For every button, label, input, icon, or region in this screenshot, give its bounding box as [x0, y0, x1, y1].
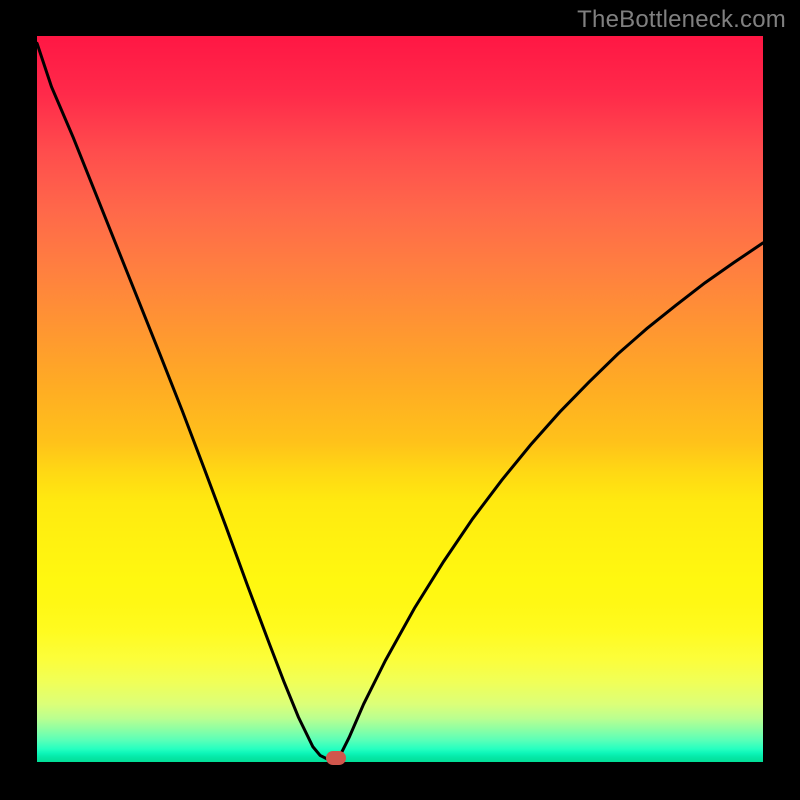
minimum-marker	[326, 751, 346, 765]
plot-area	[37, 36, 763, 762]
watermark-text: TheBottleneck.com	[577, 6, 786, 34]
chart-frame: TheBottleneck.com	[0, 0, 800, 800]
bottleneck-curve	[37, 43, 763, 760]
curve-svg	[37, 36, 763, 762]
